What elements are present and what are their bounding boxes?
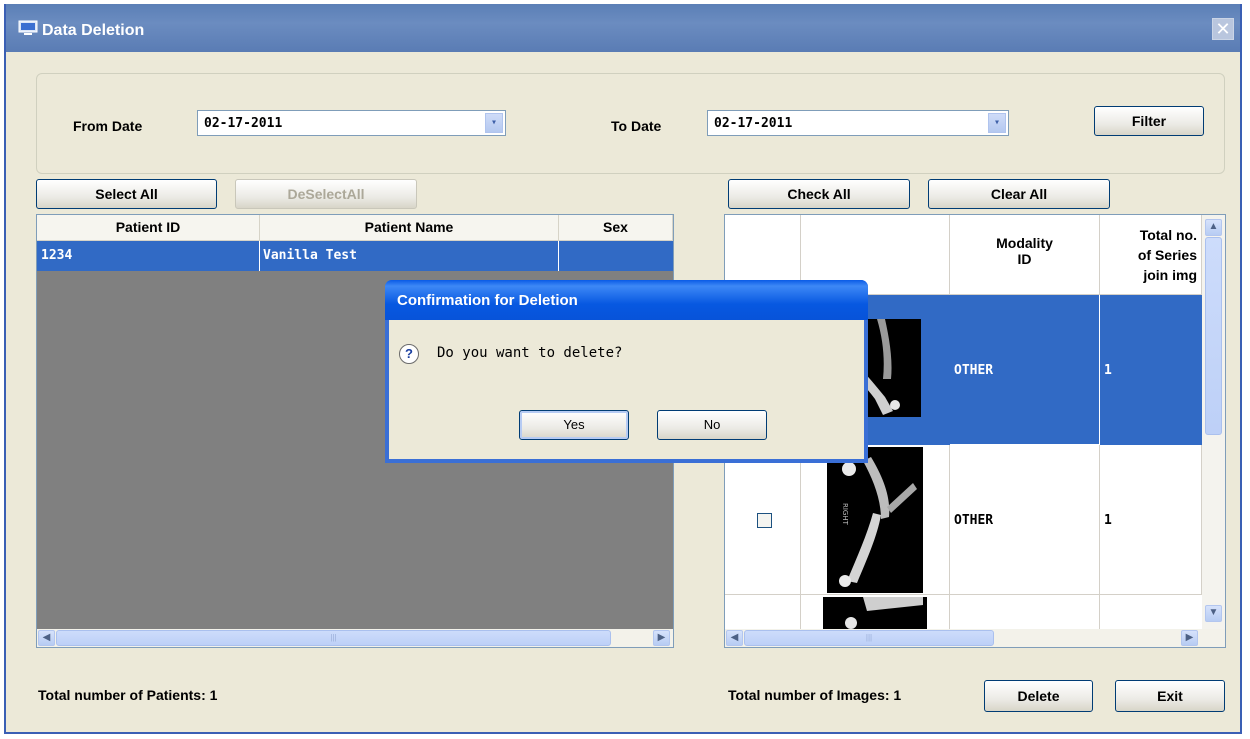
- total-series-cell: 1: [1100, 445, 1202, 595]
- delete-button[interactable]: Delete: [984, 680, 1093, 712]
- image-hscrollbar[interactable]: ◀ ||| ▶: [725, 629, 1225, 647]
- yes-button[interactable]: Yes: [519, 410, 629, 440]
- row-checkbox[interactable]: [757, 513, 772, 528]
- chevron-down-icon[interactable]: ▾: [485, 113, 503, 133]
- clear-all-button[interactable]: Clear All: [928, 179, 1110, 209]
- scroll-left-icon[interactable]: ◀: [726, 630, 743, 646]
- title-bar: Data Deletion ✕: [6, 4, 1240, 52]
- check-all-button[interactable]: Check All: [728, 179, 910, 209]
- scroll-right-icon[interactable]: ▶: [653, 630, 670, 646]
- cell-divider: [259, 241, 260, 271]
- scroll-down-icon[interactable]: ▼: [1205, 605, 1222, 622]
- filter-button[interactable]: Filter: [1094, 106, 1204, 136]
- xray-thumbnail: [823, 597, 927, 631]
- dialog-title-bar: Confirmation for Deletion: [385, 280, 868, 320]
- dialog-message: Do you want to delete?: [437, 345, 623, 361]
- select-all-button[interactable]: Select All: [36, 179, 217, 209]
- cell-divider: [558, 241, 559, 271]
- confirmation-dialog: Confirmation for Deletion ? Do you want …: [385, 280, 868, 463]
- modality-cell: OTHER: [950, 295, 1100, 445]
- from-date-combobox[interactable]: 02-17-2011 ▾: [197, 110, 506, 136]
- scroll-left-icon[interactable]: ◀: [38, 630, 55, 646]
- total-header-line3: join img: [1143, 267, 1197, 283]
- to-date-value: 02-17-2011: [714, 116, 793, 131]
- total-header-line1: Total no.: [1139, 227, 1197, 243]
- scroll-thumb[interactable]: |||: [56, 630, 611, 646]
- modality-header-line2: ID: [1017, 251, 1032, 267]
- total-header-line2: of Series: [1137, 247, 1197, 263]
- exit-button[interactable]: Exit: [1115, 680, 1225, 712]
- from-date-value: 02-17-2011: [204, 116, 283, 131]
- no-button[interactable]: No: [657, 410, 767, 440]
- xray-thumbnail: RIGHT: [827, 447, 923, 593]
- monitor-icon: [18, 20, 38, 35]
- column-header-total-series[interactable]: Total no. of Series join img: [1100, 215, 1202, 295]
- column-header-sex[interactable]: Sex: [559, 215, 673, 241]
- table-row[interactable]: RIGHT OTHER 1: [725, 445, 1202, 595]
- column-header-patient-name[interactable]: Patient Name: [260, 215, 559, 241]
- images-total-label: Total number of Images: 1: [728, 687, 902, 703]
- xray-marker-text: RIGHT: [841, 503, 849, 526]
- to-date-label: To Date: [611, 118, 662, 134]
- close-button[interactable]: ✕: [1212, 18, 1234, 40]
- scroll-thumb[interactable]: |||: [744, 630, 994, 646]
- column-header-modality-id[interactable]: Modality ID: [950, 215, 1100, 295]
- patient-id-cell: 1234: [41, 248, 73, 263]
- to-date-combobox[interactable]: 02-17-2011 ▾: [707, 110, 1009, 136]
- scroll-right-icon[interactable]: ▶: [1181, 630, 1198, 646]
- modality-header-line1: Modality: [996, 235, 1053, 251]
- patients-total-label: Total number of Patients: 1: [38, 687, 218, 703]
- window-title: Data Deletion: [42, 22, 145, 39]
- from-date-label: From Date: [73, 118, 143, 134]
- image-vscrollbar[interactable]: ▲ ▼: [1202, 215, 1225, 629]
- date-filter-group: From Date 02-17-2011 ▾ To Date 02-17-201…: [36, 73, 1225, 174]
- modality-cell: OTHER: [950, 445, 1100, 595]
- deselect-all-button[interactable]: DeSelectAll: [235, 179, 417, 209]
- patient-name-cell: Vanilla Test: [263, 248, 357, 263]
- table-row[interactable]: 1234 Vanilla Test: [37, 241, 673, 271]
- dialog-body: ? Do you want to delete? Yes No: [389, 320, 864, 459]
- column-header-patient-id[interactable]: Patient ID: [37, 215, 260, 241]
- scroll-up-icon[interactable]: ▲: [1205, 219, 1222, 236]
- patient-hscrollbar[interactable]: ◀ ||| ▶: [37, 629, 673, 647]
- scroll-thumb[interactable]: [1205, 237, 1222, 435]
- dialog-title: Confirmation for Deletion: [397, 292, 578, 309]
- question-icon: ?: [399, 344, 419, 364]
- chevron-down-icon[interactable]: ▾: [988, 113, 1006, 133]
- total-series-cell: 1: [1104, 363, 1112, 378]
